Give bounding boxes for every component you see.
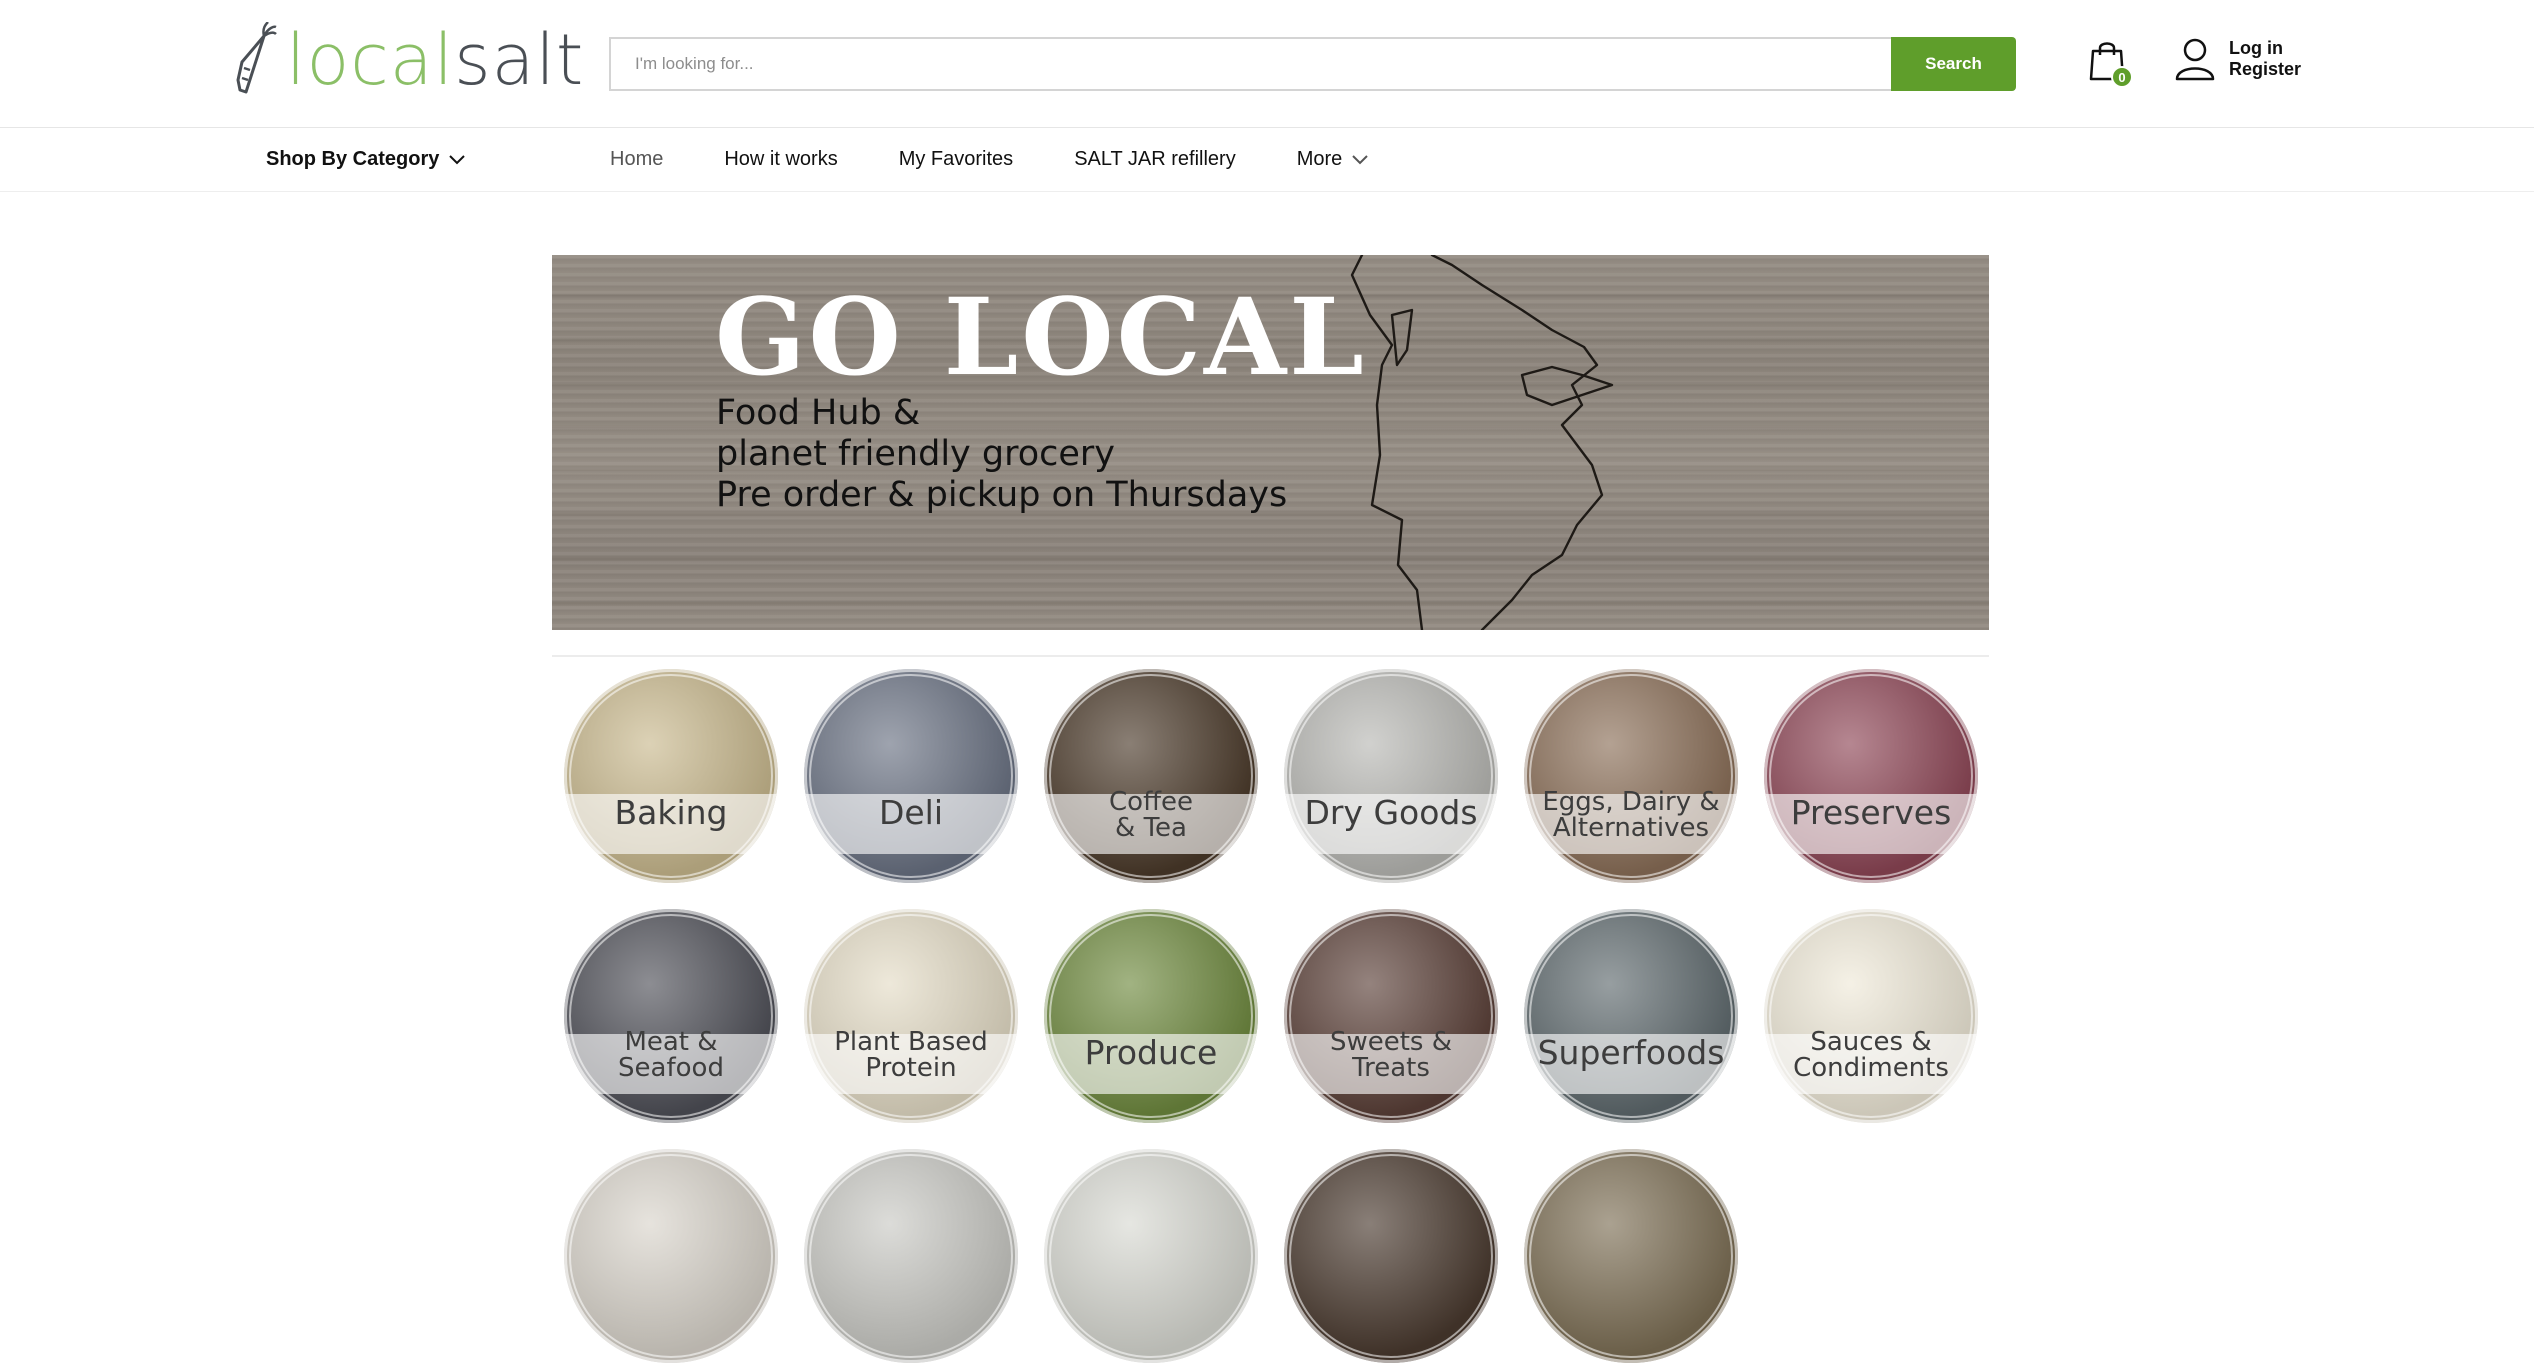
coastline-map-illustration bbox=[1350, 255, 1614, 630]
category-label: Dry Goods bbox=[1304, 793, 1478, 832]
search-button[interactable]: Search bbox=[1891, 37, 2016, 91]
category-ring bbox=[809, 1154, 1013, 1358]
category-label: Eggs, Dairy & Alternatives bbox=[1542, 787, 1720, 843]
category-label: Baking bbox=[614, 793, 728, 832]
shop-by-category-dropdown[interactable]: Shop By Category bbox=[266, 148, 466, 171]
category-label: Sweets & Treats bbox=[1329, 1027, 1453, 1083]
nav-home-label: Home bbox=[610, 148, 664, 170]
chevron-down-icon bbox=[449, 154, 466, 164]
category-tile[interactable] bbox=[1044, 1149, 1258, 1363]
banner-title: GO LOCAL bbox=[715, 274, 1367, 399]
category-tile[interactable] bbox=[1524, 1149, 1738, 1363]
category-tile[interactable]: Preserves bbox=[1764, 669, 1978, 883]
category-label: Deli bbox=[878, 793, 944, 832]
banner-line-1: Food Hub & bbox=[716, 393, 921, 433]
nav-salt-jar-label: SALT JAR refillery bbox=[1074, 148, 1236, 170]
category-tile[interactable]: Sauces & Condiments bbox=[1764, 909, 1978, 1123]
nav-how-it-works-label: How it works bbox=[724, 148, 838, 170]
cart-count-badge: 0 bbox=[2111, 66, 2133, 88]
category-tile[interactable]: Produce bbox=[1044, 909, 1258, 1123]
category-tile[interactable]: Eggs, Dairy & Alternatives bbox=[1524, 669, 1738, 883]
banner-line-2: planet friendly grocery bbox=[716, 434, 1116, 474]
hero-banner[interactable]: GO LOCAL Food Hub & planet friendly groc… bbox=[552, 255, 1989, 630]
user-icon[interactable] bbox=[2175, 37, 2215, 81]
category-label: Meat & Seafood bbox=[618, 1027, 724, 1083]
category-tile[interactable]: Plant Based Protein bbox=[804, 909, 1018, 1123]
shop-by-category-label: Shop By Category bbox=[266, 148, 440, 170]
cart-button[interactable]: 0 bbox=[2087, 39, 2135, 89]
category-tile[interactable] bbox=[804, 1149, 1018, 1363]
category-label: Coffee & Tea bbox=[1109, 787, 1193, 843]
banner-line-3: Pre order & pickup on Thursdays bbox=[716, 475, 1288, 515]
category-tile[interactable] bbox=[1284, 1149, 1498, 1363]
category-tile[interactable]: Sweets & Treats bbox=[1284, 909, 1498, 1123]
category-tile[interactable]: Meat & Seafood bbox=[564, 909, 778, 1123]
search-bar: Search bbox=[609, 37, 2016, 91]
nav-more-dropdown[interactable]: More bbox=[1297, 148, 1369, 171]
category-tile[interactable]: Baking bbox=[564, 669, 778, 883]
nav-more-label: More bbox=[1296, 148, 1343, 170]
category-label: Preserves bbox=[1790, 793, 1952, 832]
nav-salt-jar-refillery[interactable]: SALT JAR refillery bbox=[1074, 148, 1236, 171]
nav-how-it-works[interactable]: How it works bbox=[724, 148, 837, 171]
category-ring bbox=[1289, 1154, 1493, 1358]
logo-local-text: local bbox=[286, 19, 455, 101]
category-ring bbox=[1049, 1154, 1253, 1358]
account-area: Log in Register bbox=[2175, 37, 2301, 81]
category-tile[interactable]: Superfoods bbox=[1524, 909, 1738, 1123]
category-tile[interactable]: Deli bbox=[804, 669, 1018, 883]
carrot-icon bbox=[236, 22, 277, 94]
category-tile[interactable]: Dry Goods bbox=[1284, 669, 1498, 883]
nav-my-favorites-label: My Favorites bbox=[898, 148, 1014, 170]
login-link[interactable]: Log in bbox=[2229, 38, 2301, 59]
category-label: Plant Based Protein bbox=[834, 1027, 988, 1083]
category-ring bbox=[569, 1154, 773, 1358]
nav-my-favorites[interactable]: My Favorites bbox=[899, 148, 1013, 171]
site-header: localsalt Search 0 Log in Register bbox=[0, 0, 2534, 128]
category-tile[interactable] bbox=[564, 1149, 778, 1363]
chevron-down-icon bbox=[1352, 154, 1369, 164]
nav-home[interactable]: Home bbox=[610, 148, 663, 171]
logo-salt-text: salt bbox=[454, 19, 585, 101]
category-ring bbox=[1529, 1154, 1733, 1358]
category-label: Sauces & Condiments bbox=[1793, 1027, 1949, 1083]
section-divider bbox=[552, 655, 1989, 657]
main-nav: Shop By Category Home How it works My Fa… bbox=[0, 128, 2534, 192]
register-link[interactable]: Register bbox=[2229, 59, 2301, 80]
search-input[interactable] bbox=[609, 37, 1891, 91]
category-tile[interactable]: Coffee & Tea bbox=[1044, 669, 1258, 883]
category-label: Superfoods bbox=[1537, 1033, 1725, 1072]
site-logo[interactable]: localsalt bbox=[234, 20, 584, 100]
category-label: Produce bbox=[1084, 1033, 1218, 1072]
